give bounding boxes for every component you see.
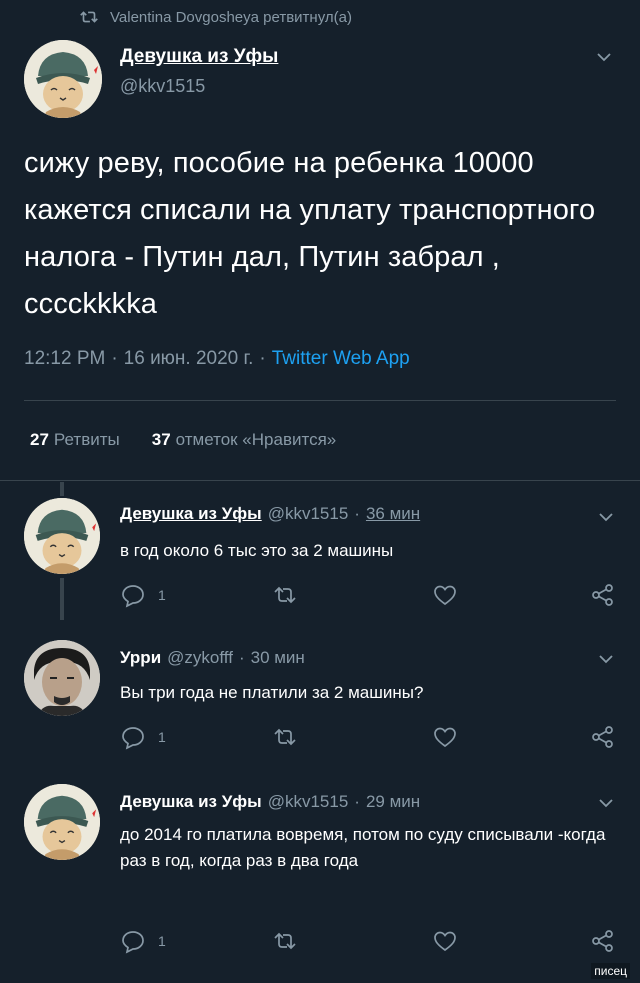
cat-avatar-image <box>24 784 100 860</box>
meta-separator: · <box>238 648 245 667</box>
likes-count: 37 <box>151 430 171 449</box>
cat-avatar-image <box>24 40 102 118</box>
reply-header: Урри @zykofff · 30 мин <box>120 648 305 668</box>
avatar[interactable] <box>24 40 102 118</box>
share-icon <box>592 726 613 748</box>
comment-icon <box>122 727 144 750</box>
retweet-button[interactable] <box>272 724 298 750</box>
share-button[interactable] <box>590 582 616 608</box>
retweets-label: Ретвиты <box>53 430 120 449</box>
author-name[interactable]: Девушка из Уфы <box>120 46 278 68</box>
tweet-stats: 27 Ретвиты 37 отметок «Нравится» <box>30 430 336 450</box>
chevron-down-icon[interactable] <box>598 654 614 664</box>
retweets-stat[interactable]: 27 Ретвиты <box>30 430 120 450</box>
chevron-down-icon[interactable] <box>598 798 614 808</box>
like-button[interactable] <box>432 724 458 750</box>
heart-icon <box>434 931 456 952</box>
reply-time[interactable]: 36 мин <box>366 504 420 524</box>
author-handle[interactable]: @zykofff <box>167 648 233 668</box>
share-icon <box>592 930 613 952</box>
reply-button[interactable]: 1 <box>120 928 166 954</box>
author-name[interactable]: Девушка из Уфы <box>120 504 262 524</box>
meta-separator: · <box>354 792 360 811</box>
comment-icon <box>122 931 144 954</box>
author-name[interactable]: Девушка из Уфы <box>120 792 262 812</box>
reply-header: Девушка из Уфы @kkv1515 · 36 мин <box>120 504 420 524</box>
reply-count: 1 <box>158 587 166 603</box>
meta-separator: · <box>259 348 266 369</box>
likes-label: отметок «Нравится» <box>175 430 337 449</box>
reply-time[interactable]: 29 мин <box>366 792 420 812</box>
retweet-icon <box>274 728 296 746</box>
source-app-link[interactable]: Twitter Web App <box>272 348 410 370</box>
action-bar: 1 <box>120 928 620 954</box>
retweet-icon <box>274 932 296 950</box>
author-handle[interactable]: @kkv1515 <box>120 76 205 97</box>
author-handle[interactable]: @kkv1515 <box>268 504 349 524</box>
tweet-meta: 12:12 PM · 16 июн. 2020 г. · Twitter Web… <box>24 348 410 370</box>
reply-button[interactable]: 1 <box>120 724 166 750</box>
thread-line <box>60 482 64 496</box>
man-avatar-image <box>24 640 100 716</box>
reply-text: до 2014 го платила вовремя, потом по суд… <box>120 825 606 870</box>
likes-stat[interactable]: 37 отметок «Нравится» <box>152 430 337 450</box>
reply-count: 1 <box>158 729 166 745</box>
reply-button[interactable]: 1 <box>120 582 166 608</box>
tweet-time[interactable]: 12:12 PM <box>24 348 105 370</box>
divider <box>24 400 616 401</box>
main-tweet: Девушка из Уфы @kkv1515 сижу реву, пособ… <box>0 0 640 480</box>
avatar[interactable] <box>24 784 100 860</box>
author-name[interactable]: Урри <box>120 648 161 668</box>
action-bar: 1 <box>120 582 620 608</box>
comment-icon <box>122 585 144 608</box>
meta-separator: · <box>111 348 118 369</box>
reply-time[interactable]: 30 мин <box>251 648 305 668</box>
reply-count: 1 <box>158 933 166 949</box>
reply-text: в год около 6 тыс это за 2 машины <box>120 541 394 560</box>
retweet-icon <box>274 586 296 604</box>
chevron-down-icon[interactable] <box>596 52 612 62</box>
retweet-button[interactable] <box>272 582 298 608</box>
watermark: писец <box>591 963 630 979</box>
avatar[interactable] <box>24 640 100 716</box>
share-button[interactable] <box>590 724 616 750</box>
reply-header: Девушка из Уфы @kkv1515 · 29 мин <box>120 792 420 812</box>
retweets-count: 27 <box>30 430 49 449</box>
tweet-date[interactable]: 16 июн. 2020 г. <box>124 348 254 370</box>
retweet-button[interactable] <box>272 928 298 954</box>
share-button[interactable] <box>590 928 616 954</box>
meta-separator: · <box>354 504 360 523</box>
tweet-text: сижу реву, пособие на ребенка 10000 каже… <box>24 147 596 320</box>
thread-line <box>60 578 64 620</box>
author-handle[interactable]: @kkv1515 <box>268 792 349 812</box>
like-button[interactable] <box>432 582 458 608</box>
divider <box>0 480 640 481</box>
like-button[interactable] <box>432 928 458 954</box>
reply-text: Вы три года не платили за 2 машины? <box>120 683 424 702</box>
cat-avatar-image <box>24 498 100 574</box>
action-bar: 1 <box>120 724 620 750</box>
heart-icon <box>434 727 456 748</box>
heart-icon <box>434 585 456 606</box>
chevron-down-icon[interactable] <box>598 512 614 522</box>
avatar[interactable] <box>24 498 100 574</box>
share-icon <box>592 584 613 606</box>
